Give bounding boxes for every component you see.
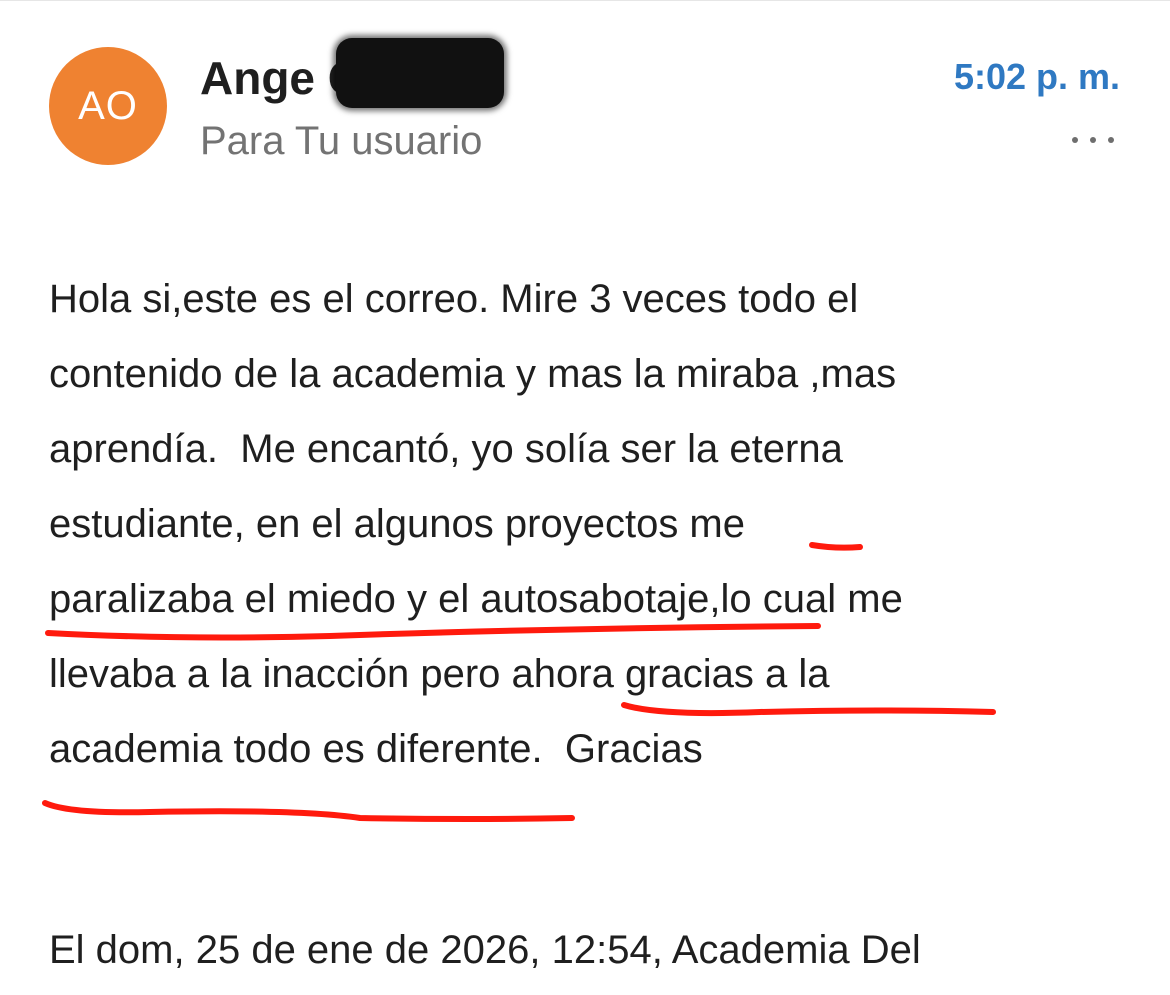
top-divider (0, 0, 1170, 1)
underline-stroke (42, 800, 575, 822)
message-line: Hola si,este es el correo. Mire 3 veces … (49, 277, 859, 321)
avatar[interactable]: AO (49, 47, 167, 165)
message-line: llevaba a la inacción pero ahora gracias… (49, 652, 830, 696)
avatar-initials: AO (78, 83, 138, 128)
recipient-line[interactable]: Para Tu usuario (200, 118, 482, 164)
redaction-mark (336, 38, 504, 108)
more-dot (1108, 137, 1114, 143)
message-line: estudiante, en el algunos proyectos me (49, 502, 745, 546)
more-horizontal-icon[interactable] (1072, 133, 1114, 147)
quoted-reply-header[interactable]: El dom, 25 de ene de 2026, 12:54, Academ… (49, 915, 921, 985)
message-body: Hola si,este es el correo. Mire 3 veces … (49, 262, 1139, 787)
message-line: contenido de la academia y mas la miraba… (49, 352, 897, 396)
more-dot (1072, 137, 1078, 143)
message-line: academia todo es diferente. Gracias (49, 727, 703, 771)
message-time: 5:02 p. m. (953, 56, 1120, 97)
more-dot (1090, 137, 1096, 143)
message-line: aprendía. Me encantó, yo solía ser la et… (49, 427, 843, 471)
message-line: paralizaba el miedo y el autosabotaje,lo… (49, 577, 903, 621)
